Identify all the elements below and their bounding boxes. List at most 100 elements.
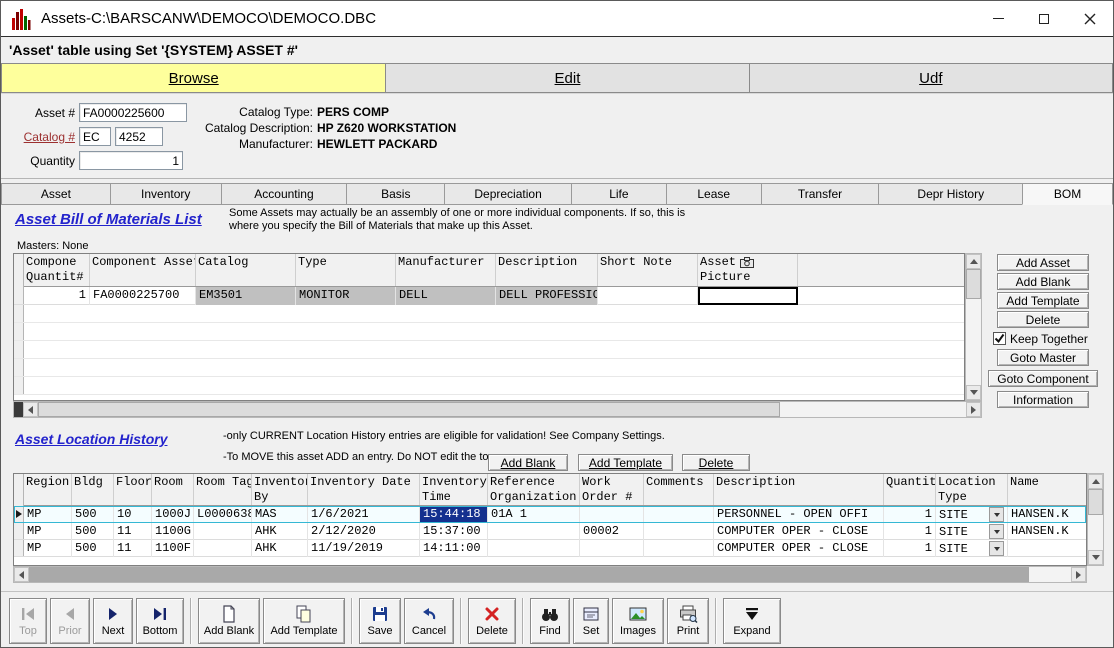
dropdown-button[interactable] [989,524,1004,539]
loc-cell[interactable]: 11 [114,523,152,540]
loc-cell[interactable]: 1 [884,523,936,540]
location-delete-button[interactable]: Delete [682,454,750,471]
bottom-button[interactable]: Bottom [136,598,184,644]
scroll-right-arrow[interactable] [966,402,981,417]
loc-cell[interactable] [580,540,644,557]
set-button[interactable]: Set [573,598,609,644]
loc-cell[interactable]: AHK [252,523,308,540]
loc-cell[interactable] [580,506,644,523]
bom-cell-component-asset[interactable]: FA0000225700 [90,287,196,305]
tab-basis[interactable]: Basis [346,183,445,205]
loc-cell[interactable]: 14:11:00 [420,540,488,557]
loc-cell[interactable]: 1/6/2021 [308,506,420,523]
scroll-thumb[interactable] [1088,489,1103,515]
loc-cell[interactable]: 15:37:00 [420,523,488,540]
loc-cell-location-type[interactable]: SITE [936,506,1008,523]
loc-cell[interactable]: 1100G [152,523,194,540]
loc-cell[interactable]: COMPUTER OPER - CLOSE [714,523,884,540]
location-history-heading[interactable]: Asset Location History [15,431,167,447]
loc-cell[interactable]: 500 [72,523,114,540]
goto-master-button[interactable]: Goto Master [997,349,1089,366]
scroll-up-arrow[interactable] [1088,474,1103,489]
loc-cell[interactable]: MP [24,523,72,540]
tab-depr-history[interactable]: Depr History [878,183,1023,205]
bom-cell-short-note[interactable] [598,287,698,305]
loc-cell[interactable]: 10 [114,506,152,523]
find-button[interactable]: Find [530,598,570,644]
close-button[interactable] [1067,1,1113,36]
delete-button[interactable]: Delete [997,311,1089,328]
toolbar-add-blank-button[interactable]: Add Blank [198,598,260,644]
loc-cell[interactable] [644,506,714,523]
loc-cell[interactable]: 1 [884,506,936,523]
scroll-thumb[interactable] [966,269,981,299]
dropdown-button[interactable] [989,507,1004,522]
tab-depreciation[interactable]: Depreciation [444,183,572,205]
scroll-right-arrow[interactable] [1071,567,1086,582]
location-add-blank-button[interactable]: Add Blank [488,454,568,471]
bom-cell-type[interactable]: MONITOR [296,287,396,305]
add-blank-button[interactable]: Add Blank [997,273,1089,290]
bom-horizontal-scrollbar[interactable] [13,401,982,418]
loc-cell[interactable]: HANSEN.K [1008,506,1087,523]
loc-cell[interactable]: HANSEN.K [1008,523,1087,540]
loc-cell[interactable] [1008,540,1087,557]
loc-cell[interactable]: AHK [252,540,308,557]
tab-accounting[interactable]: Accounting [221,183,348,205]
add-asset-button[interactable]: Add Asset [997,254,1089,271]
scroll-thumb[interactable] [38,402,780,417]
loc-cell[interactable] [194,540,252,557]
loc-cell[interactable] [488,523,580,540]
tab-bom[interactable]: BOM [1022,183,1113,205]
toolbar-add-template-button[interactable]: Add Template [263,598,345,644]
bom-row-selector[interactable] [14,287,24,304]
minimize-button[interactable] [975,1,1021,36]
loc-cell[interactable] [194,523,252,540]
expand-button[interactable]: Expand [723,598,781,644]
dropdown-button[interactable] [989,541,1004,556]
catalog-prefix-input[interactable] [79,127,111,146]
loc-cell[interactable]: 00002 [580,523,644,540]
loc-cell[interactable]: 2/12/2020 [308,523,420,540]
bom-cell-manufacturer[interactable]: DELL [396,287,496,305]
loc-cell[interactable]: 1 [884,540,936,557]
tab-asset[interactable]: Asset [1,183,111,205]
scroll-up-arrow[interactable] [966,254,981,269]
loc-cell[interactable] [644,540,714,557]
add-template-button[interactable]: Add Template [997,292,1089,309]
scroll-down-arrow[interactable] [966,385,981,400]
loc-cell-location-type[interactable]: SITE [936,540,1008,557]
tab-transfer[interactable]: Transfer [761,183,880,205]
loc-cell[interactable]: PERSONNEL - OPEN OFFI [714,506,884,523]
loc-cell[interactable]: 11 [114,540,152,557]
keep-together-checkbox[interactable] [993,332,1006,345]
images-button[interactable]: Images [612,598,664,644]
loc-cell-location-type[interactable]: SITE [936,523,1008,540]
save-button[interactable]: Save [359,598,401,644]
location-add-template-button[interactable]: Add Template [578,454,673,471]
information-button[interactable]: Information [997,391,1089,408]
loc-cell[interactable]: MP [24,540,72,557]
scroll-thumb[interactable] [29,567,1029,582]
loc-cell[interactable]: 01A 1 [488,506,580,523]
toolbar-delete-button[interactable]: Delete [468,598,516,644]
scroll-left-arrow[interactable] [23,402,38,417]
cancel-button[interactable]: Cancel [404,598,454,644]
bom-cell-description[interactable]: DELL PROFESSIC [496,287,598,305]
scroll-left-arrow[interactable] [14,567,29,582]
bom-cell-quantity[interactable]: 1 [24,287,90,305]
tab-browse[interactable]: Browse [1,63,386,93]
next-button[interactable]: Next [93,598,133,644]
loc-cell[interactable]: MP [24,506,72,523]
tab-inventory[interactable]: Inventory [110,183,222,205]
loc-cell[interactable]: 1100F [152,540,194,557]
tab-edit[interactable]: Edit [385,63,749,93]
loc-cell[interactable]: 1000J [152,506,194,523]
loc-cell[interactable]: 500 [72,540,114,557]
scroll-down-arrow[interactable] [1088,550,1103,565]
loc-cell[interactable]: COMPUTER OPER - CLOSE [714,540,884,557]
location-horizontal-scrollbar[interactable] [13,566,1087,583]
loc-cell[interactable]: 11/19/2019 [308,540,420,557]
current-record-indicator[interactable] [14,506,24,522]
location-vertical-scrollbar[interactable] [1087,473,1104,566]
